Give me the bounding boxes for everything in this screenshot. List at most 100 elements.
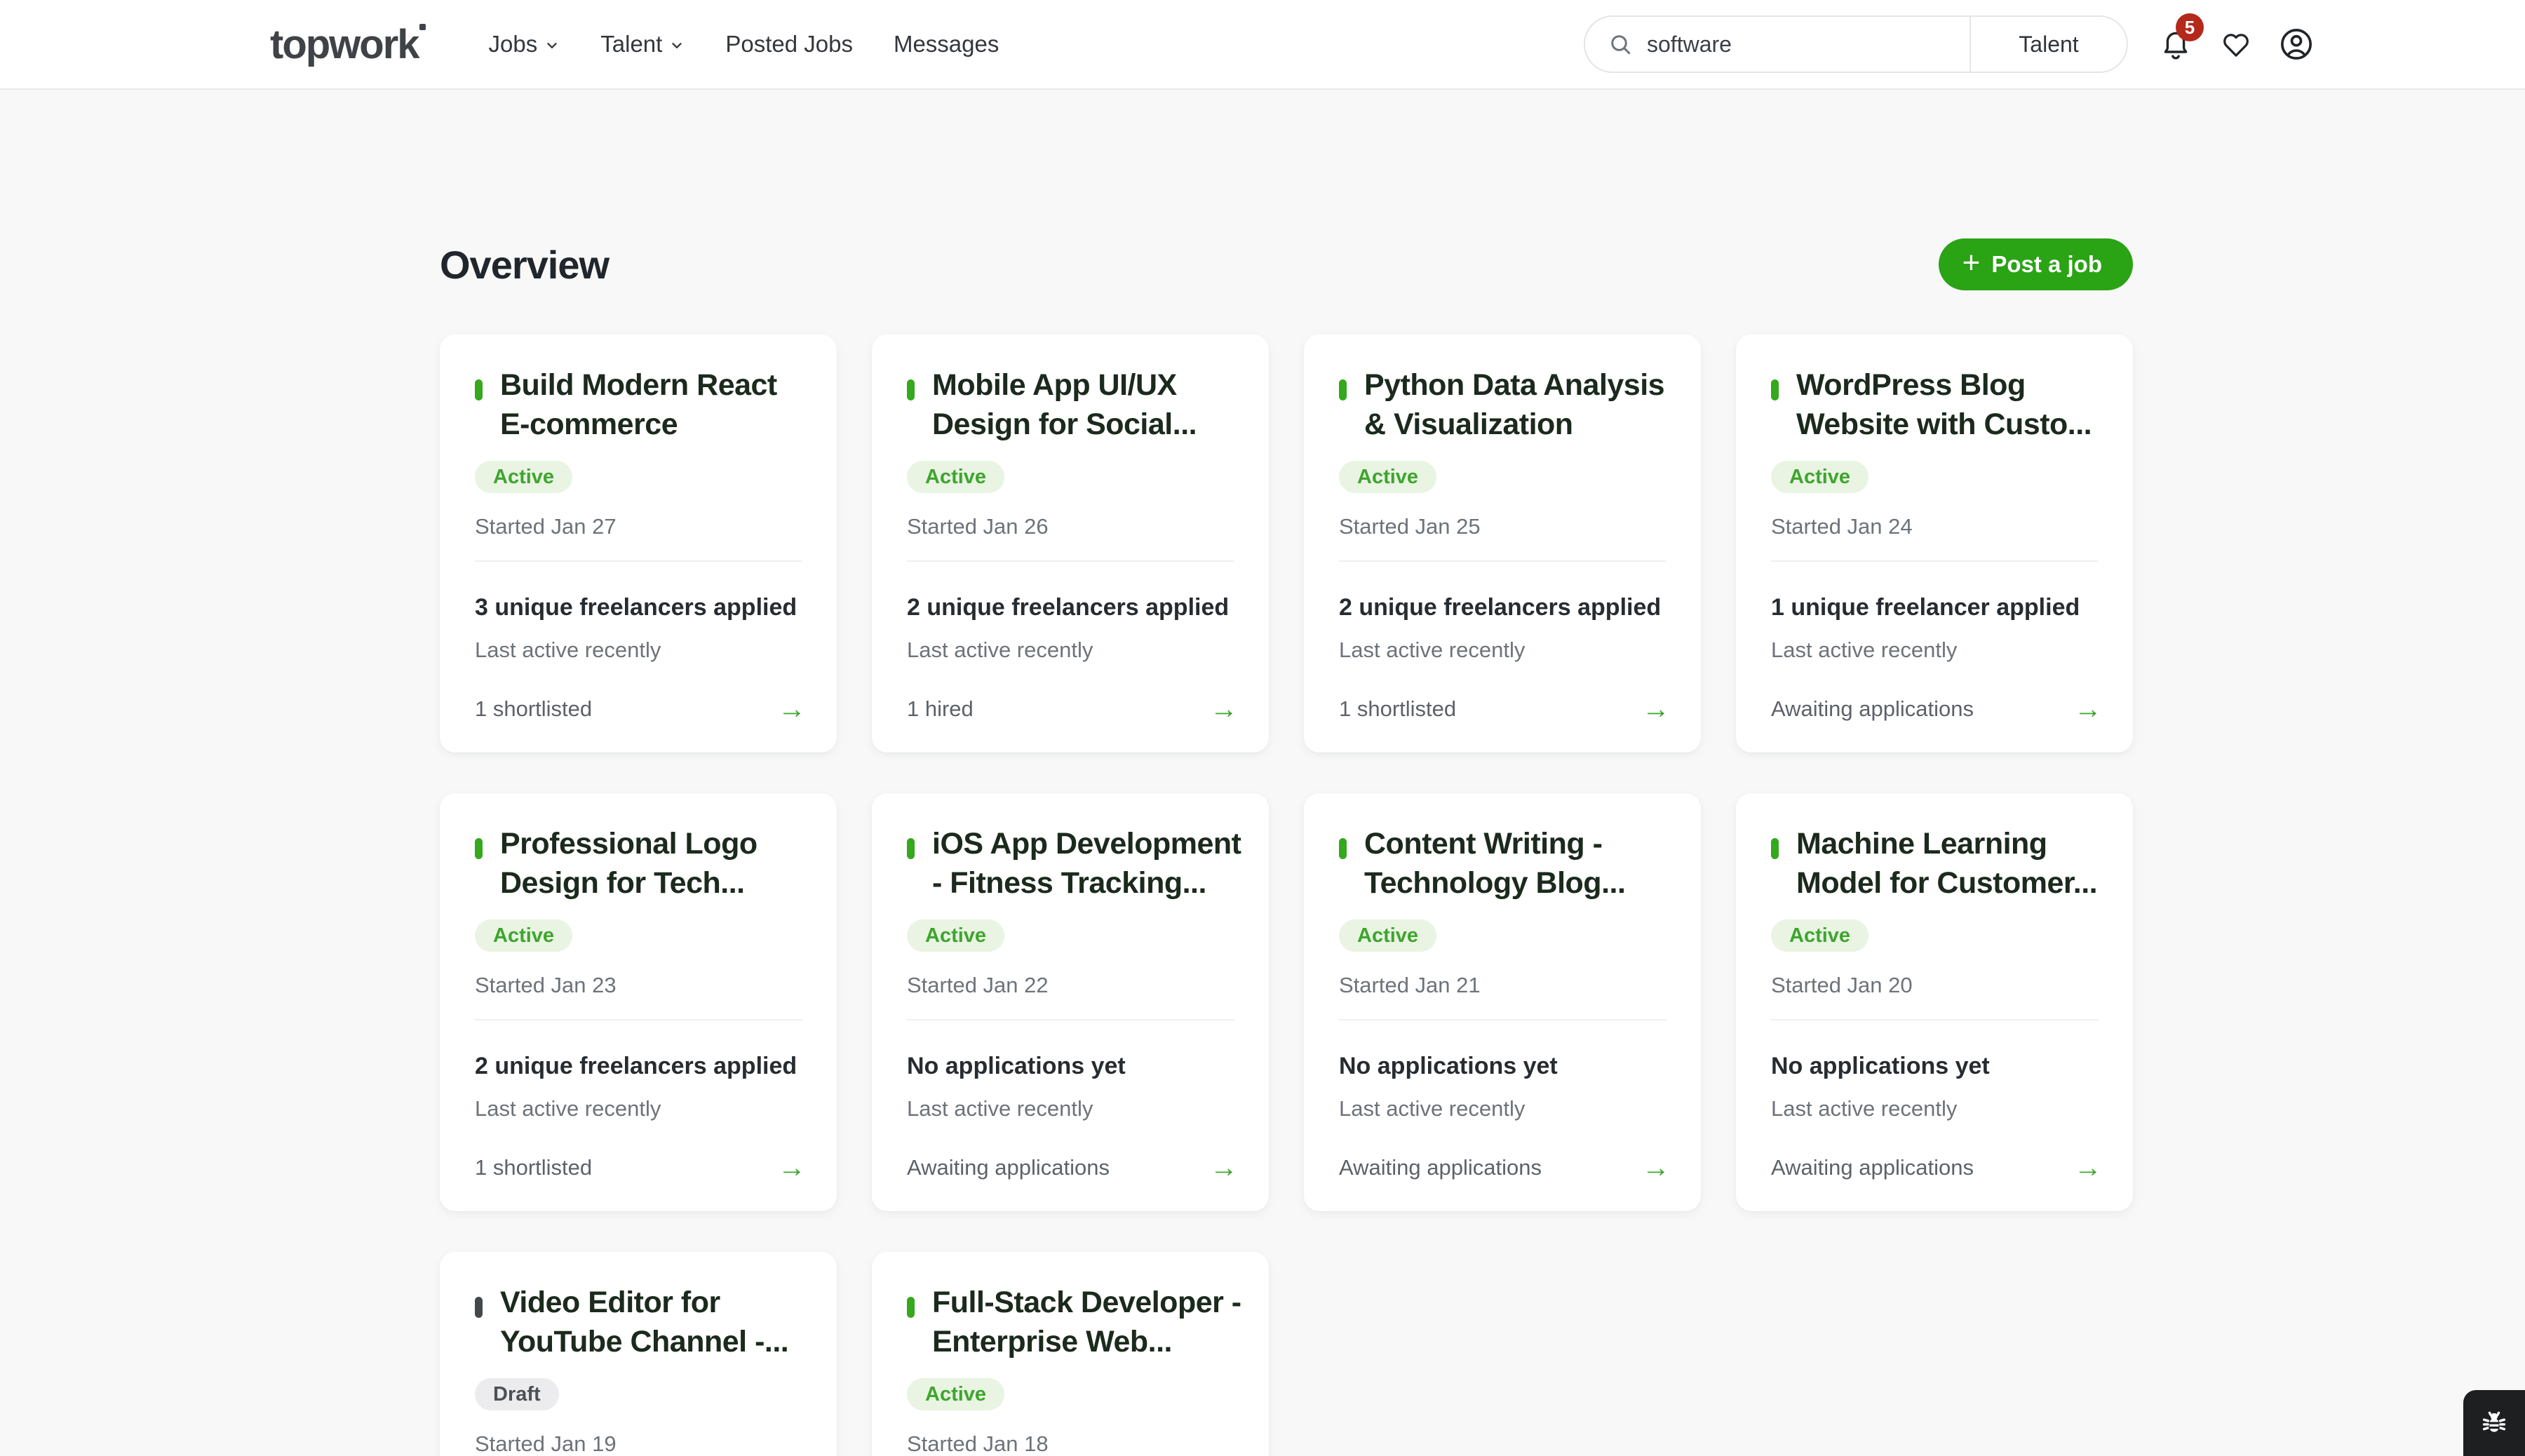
jobs-grid: Build Modern React E-commerce Website...… (440, 335, 2133, 1456)
nav-label: Jobs (489, 31, 538, 58)
last-active-text: Last active recently (907, 1096, 1093, 1121)
job-started-date: Started Jan 25 (1339, 514, 1481, 539)
status-badge: Active (907, 919, 1004, 952)
card-divider (1771, 560, 2098, 562)
status-dot (1339, 379, 1347, 400)
arrow-right-icon[interactable]: → (2074, 695, 2102, 723)
notifications-count-badge: 5 (2176, 13, 2204, 41)
page-title: Overview (440, 242, 609, 288)
job-title: Professional Logo Design for Tech... (500, 824, 810, 903)
global-search: Talent (1584, 15, 2128, 73)
nav-label: Messages (894, 31, 999, 58)
status-badge: Active (475, 461, 572, 493)
chevron-down-icon (669, 38, 685, 53)
card-divider (1771, 1019, 2098, 1020)
status-badge: Active (1771, 919, 1868, 952)
job-started-date: Started Jan 21 (1339, 973, 1481, 998)
applicants-count: No applications yet (1771, 1053, 1990, 1080)
card-footer: Awaiting applications → (907, 1154, 1238, 1182)
footer-status: 1 shortlisted (1339, 696, 1456, 722)
logo[interactable]: topwork (270, 21, 419, 68)
nav-label: Talent (600, 31, 662, 58)
arrow-right-icon[interactable]: → (778, 1154, 806, 1182)
arrow-right-icon[interactable]: → (2074, 1154, 2102, 1182)
bug-icon (2478, 1407, 2510, 1439)
chevron-down-icon (544, 38, 560, 53)
applicants-count: 2 unique freelancers applied (475, 1053, 797, 1080)
main-nav: Jobs Talent Posted Jobs Messages (489, 31, 999, 58)
job-started-date: Started Jan 24 (1771, 514, 1913, 539)
arrow-right-icon[interactable]: → (1642, 695, 1670, 723)
job-title: Content Writing - Technology Blog... (1364, 824, 1674, 903)
post-a-job-label: Post a job (1991, 251, 2102, 278)
last-active-text: Last active recently (1339, 638, 1525, 663)
job-card[interactable]: Build Modern React E-commerce Website...… (440, 335, 837, 753)
job-title: Python Data Analysis & Visualization Scr… (1364, 365, 1674, 445)
job-card[interactable]: Machine Learning Model for Customer... A… (1736, 793, 2133, 1211)
status-dot (1771, 379, 1779, 400)
arrow-right-icon[interactable]: → (1642, 1154, 1670, 1182)
card-footer: 1 shortlisted → (475, 1154, 806, 1182)
person-circle-icon (2278, 26, 2315, 62)
footer-status: 1 shortlisted (475, 696, 592, 722)
overview-header: Overview + Post a job (440, 238, 2133, 290)
applicants-count: 2 unique freelancers applied (1339, 594, 1661, 621)
footer-status: Awaiting applications (907, 1155, 1110, 1180)
job-title: Mobile App UI/UX Design for Social... (932, 365, 1242, 444)
debug-button[interactable] (2463, 1390, 2525, 1456)
status-badge: Active (1339, 919, 1436, 952)
nav-label: Posted Jobs (725, 31, 853, 58)
last-active-text: Last active recently (475, 1096, 661, 1121)
status-dot (907, 379, 915, 400)
notifications-button[interactable]: 5 (2156, 25, 2195, 64)
search-input[interactable] (1647, 32, 1955, 58)
card-divider (1339, 1019, 1666, 1020)
footer-status: 1 shortlisted (475, 1155, 592, 1180)
card-divider (907, 1019, 1234, 1020)
job-card[interactable]: Professional Logo Design for Tech... Act… (440, 793, 837, 1211)
magnifier-icon (1608, 32, 1633, 57)
search-field[interactable] (1585, 17, 1969, 72)
card-footer: Awaiting applications → (1771, 695, 2102, 723)
card-divider (1339, 560, 1666, 562)
job-title: WordPress Blog Website with Custo... (1796, 365, 2106, 444)
status-dot (1339, 838, 1347, 859)
job-card[interactable]: Full-Stack Developer - Enterprise Web...… (872, 1252, 1269, 1456)
job-card[interactable]: WordPress Blog Website with Custo... Act… (1736, 335, 2133, 753)
job-started-date: Started Jan 18 (907, 1431, 1049, 1456)
card-footer: 1 shortlisted → (1339, 695, 1670, 723)
last-active-text: Last active recently (1339, 1096, 1525, 1121)
search-scope-button[interactable]: Talent (1971, 17, 2127, 72)
header-icons: 5 (2156, 25, 2316, 64)
logo-accent-dot (419, 24, 426, 30)
status-badge: Active (907, 461, 1004, 493)
nav-item-talent[interactable]: Talent (600, 31, 685, 58)
arrow-right-icon[interactable]: → (778, 695, 806, 723)
status-badge: Active (1339, 461, 1436, 493)
logo-text: topwork (270, 22, 419, 67)
job-card[interactable]: Python Data Analysis & Visualization Scr… (1304, 335, 1701, 753)
card-footer: Awaiting applications → (1771, 1154, 2102, 1182)
status-dot (907, 1297, 915, 1318)
nav-item-messages[interactable]: Messages (894, 31, 999, 58)
post-a-job-button[interactable]: + Post a job (1939, 238, 2133, 290)
footer-status: Awaiting applications (1771, 696, 1974, 722)
last-active-text: Last active recently (475, 638, 661, 663)
account-button[interactable] (2277, 25, 2316, 64)
job-title: Full-Stack Developer - Enterprise Web... (932, 1283, 1242, 1361)
job-card[interactable]: Content Writing - Technology Blog... Act… (1304, 793, 1701, 1211)
applicants-count: No applications yet (907, 1053, 1126, 1080)
job-title: Video Editor for YouTube Channel -... (500, 1283, 810, 1361)
job-started-date: Started Jan 22 (907, 973, 1049, 998)
status-badge: Active (1771, 461, 1868, 493)
job-card[interactable]: Mobile App UI/UX Design for Social... Ac… (872, 335, 1269, 753)
nav-item-jobs[interactable]: Jobs (489, 31, 560, 58)
status-dot (475, 838, 483, 859)
job-card[interactable]: Video Editor for YouTube Channel -... Dr… (440, 1252, 837, 1456)
arrow-right-icon[interactable]: → (1210, 1154, 1238, 1182)
nav-item-posted-jobs[interactable]: Posted Jobs (725, 31, 853, 58)
job-card[interactable]: iOS App Development - Fitness Tracking..… (872, 793, 1269, 1211)
status-badge: Active (907, 1378, 1004, 1410)
favorites-button[interactable] (2216, 25, 2256, 64)
arrow-right-icon[interactable]: → (1210, 695, 1238, 723)
